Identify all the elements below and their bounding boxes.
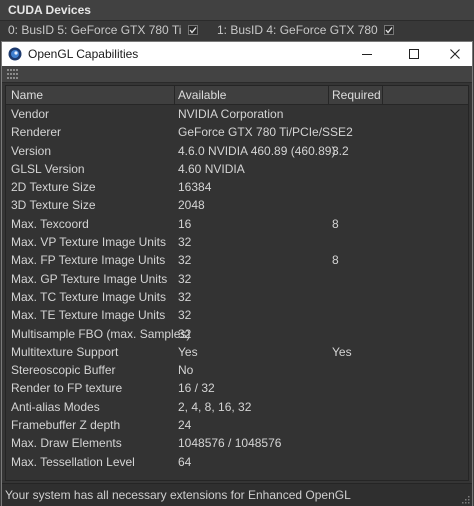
cell-name: Render to FP texture (11, 381, 123, 396)
cell-available: 32 (178, 235, 192, 250)
grip-icon[interactable] (7, 69, 19, 79)
table-row[interactable]: Stereoscopic Buffer No (6, 361, 468, 379)
cell-available: No (178, 363, 194, 378)
cuda-devices-header: CUDA Devices (0, 0, 474, 21)
table-row[interactable]: 2D Texture Size 16384 (6, 178, 468, 196)
cell-name: 2D Texture Size (11, 180, 96, 195)
cell-name: GLSL Version (11, 161, 85, 176)
status-bar: Your system has all necessary extensions… (2, 483, 472, 506)
table-row[interactable]: Max. TC Texture Image Units 32 (6, 288, 468, 306)
cell-required: 8 (332, 253, 339, 268)
cuda-device-row: 0: BusID 5: GeForce GTX 780 Ti 1: BusID … (0, 21, 474, 41)
cell-name: Max. Draw Elements (11, 436, 122, 451)
cell-name: Multitexture Support (11, 344, 119, 359)
cell-available: 4.60 NVIDIA (178, 161, 245, 176)
cell-available: 16 (178, 216, 192, 231)
table-row[interactable]: Framebuffer Z depth 24 (6, 416, 468, 434)
column-divider[interactable] (174, 86, 175, 104)
close-icon (450, 49, 460, 59)
cell-available: 2048 (178, 198, 205, 213)
cuda-device-0-label: 0: BusID 5: GeForce GTX 780 Ti (8, 23, 182, 37)
table-row[interactable]: Max. Texcoord 16 8 (6, 215, 468, 233)
column-header-name[interactable]: Name (11, 88, 43, 102)
table-row[interactable]: Max. TE Texture Image Units 32 (6, 306, 468, 324)
cell-name: Max. GP Texture Image Units (11, 271, 168, 286)
cell-name: 3D Texture Size (11, 198, 96, 213)
table-row[interactable]: Max. Draw Elements 1048576 / 1048576 (6, 434, 468, 452)
cuda-devices-title: CUDA Devices (8, 3, 91, 17)
cuda-device-1[interactable]: 1: BusID 4: GeForce GTX 780 (217, 23, 395, 37)
cell-available: 32 (178, 253, 192, 268)
column-header-available[interactable]: Available (178, 88, 226, 102)
cell-available: 24 (178, 418, 192, 433)
cell-name: Max. TC Texture Image Units (11, 289, 166, 304)
cell-available: 2, 4, 8, 16, 32 (178, 399, 252, 414)
cell-available: Yes (178, 344, 198, 359)
cell-required: 8 (332, 216, 339, 231)
status-message: Your system has all necessary extensions… (5, 488, 351, 502)
minimize-icon (362, 54, 372, 55)
table-row[interactable]: Version 4.6.0 NVIDIA 460.89 (460.89) 3.2 (6, 142, 468, 160)
cell-name: Version (11, 143, 52, 158)
cell-name: Framebuffer Z depth (11, 418, 121, 433)
table-row[interactable]: Render to FP texture 16 / 32 (6, 379, 468, 397)
app-icon (8, 47, 22, 61)
table-row[interactable]: Multisample FBO (max. Samples) 32 (6, 325, 468, 343)
cell-required: 3.2 (332, 143, 349, 158)
window-title: OpenGL Capabilities (28, 47, 139, 61)
table-row[interactable]: Max. FP Texture Image Units 32 8 (6, 251, 468, 269)
cell-available: 32 (178, 308, 192, 323)
close-button[interactable] (438, 42, 472, 66)
table-row[interactable]: 3D Texture Size 2048 (6, 196, 468, 214)
window-titlebar[interactable]: OpenGL Capabilities (2, 42, 472, 66)
opengl-capabilities-window: OpenGL Capabilities Name Available Requi… (1, 41, 473, 506)
toolbar (2, 66, 472, 83)
table-row[interactable]: Max. VP Texture Image Units 32 (6, 233, 468, 251)
cell-name: Multisample FBO (max. Samples) (11, 326, 191, 341)
cell-name: Renderer (11, 125, 62, 140)
table-row[interactable]: Multitexture Support Yes Yes (6, 343, 468, 361)
cell-available: 16 / 32 (178, 381, 215, 396)
cell-available: 32 (178, 271, 192, 286)
table-row[interactable]: Max. Tessellation Level 64 (6, 453, 468, 471)
column-divider[interactable] (328, 86, 329, 104)
maximize-button[interactable] (397, 42, 431, 66)
cell-available: GeForce GTX 780 Ti/PCIe/SSE2 (178, 125, 353, 140)
cell-available: 32 (178, 289, 192, 304)
column-divider[interactable] (382, 86, 383, 104)
cell-name: Max. VP Texture Image Units (11, 235, 166, 250)
cell-name: Vendor (11, 107, 50, 121)
cell-available: NVIDIA Corporation (178, 107, 284, 121)
table-row[interactable]: Vendor NVIDIA Corporation (6, 105, 468, 123)
table-row[interactable]: Max. GP Texture Image Units 32 (6, 270, 468, 288)
cell-available: 64 (178, 454, 192, 469)
resize-grip-icon[interactable] (460, 494, 470, 504)
table-body: Vendor NVIDIA Corporation Renderer GeForce … (6, 105, 468, 471)
cell-available: 4.6.0 NVIDIA 460.89 (460.89) (178, 143, 336, 158)
table-row[interactable]: Renderer GeForce GTX 780 Ti/PCIe/SSE2 (6, 123, 468, 141)
table-row[interactable]: GLSL Version 4.60 NVIDIA (6, 160, 468, 178)
cuda-device-1-label: 1: BusID 4: GeForce GTX 780 (217, 23, 378, 37)
cell-name: Max. Tessellation Level (11, 454, 135, 469)
checkmark-icon (384, 25, 395, 35)
cell-required: Yes (332, 344, 352, 359)
checkmark-icon (187, 25, 198, 35)
column-header-required[interactable]: Required (332, 88, 381, 102)
table-header: Name Available Required (6, 86, 468, 105)
cell-name: Stereoscopic Buffer (11, 363, 116, 378)
table-row[interactable]: Anti-alias Modes 2, 4, 8, 16, 32 (6, 398, 468, 416)
cell-name: Max. Texcoord (11, 216, 89, 231)
cell-available: 16384 (178, 180, 212, 195)
cell-available: 32 (178, 326, 192, 341)
cell-name: Max. FP Texture Image Units (11, 253, 166, 268)
cell-available: 1048576 / 1048576 (178, 436, 282, 451)
cuda-device-0[interactable]: 0: BusID 5: GeForce GTX 780 Ti (8, 23, 198, 37)
maximize-icon (409, 49, 419, 59)
minimize-button[interactable] (350, 42, 384, 66)
cell-name: Anti-alias Modes (11, 399, 100, 414)
capabilities-table: Name Available Required Vendor NVIDIA Cor… (5, 85, 469, 481)
cell-name: Max. TE Texture Image Units (11, 308, 166, 323)
